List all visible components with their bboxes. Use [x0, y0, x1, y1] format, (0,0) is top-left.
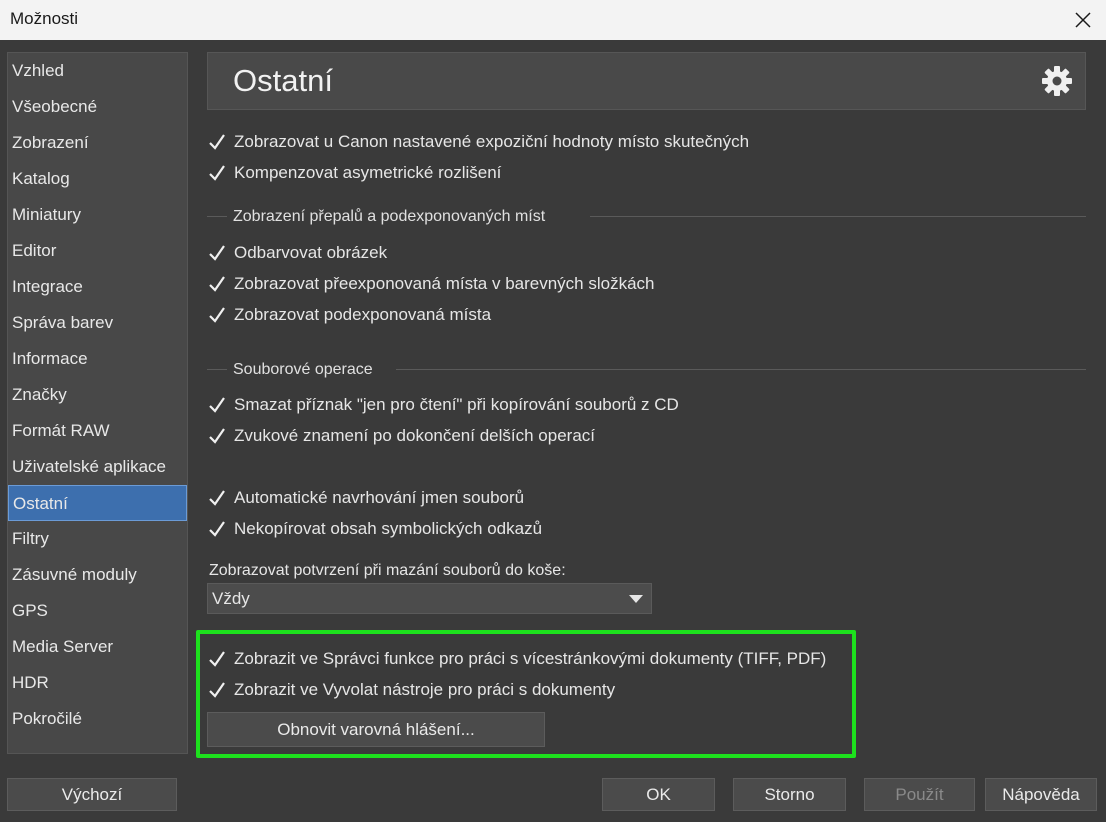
sidebar: Vzhled Všeobecné Zobrazení Katalog Minia…	[7, 52, 188, 754]
divider	[207, 369, 227, 370]
option-label: Automatické navrhování jmen souborů	[234, 488, 525, 507]
sidebar-item-vzhled[interactable]: Vzhled	[8, 53, 187, 89]
help-button[interactable]: Nápověda	[985, 778, 1097, 811]
sidebar-item-katalog[interactable]: Katalog	[8, 161, 187, 197]
option-label: Kompenzovat asymetrické rozlišení	[234, 163, 502, 182]
sidebar-item-informace[interactable]: Informace	[8, 341, 187, 377]
gear-icon	[1042, 66, 1072, 96]
page-header: Ostatní	[207, 52, 1086, 110]
option-label: Zobrazovat u Canon nastavené expoziční h…	[234, 132, 750, 151]
sidebar-item-uzivatelske-aplikace[interactable]: Uživatelské aplikace	[8, 449, 187, 485]
option-label: Zobrazovat podexponovaná místa	[234, 305, 492, 324]
select-value: Vždy	[212, 589, 250, 608]
checkmark-icon[interactable]	[207, 395, 227, 415]
option-label: Smazat příznak "jen pro čtení" při kopír…	[234, 395, 679, 414]
sidebar-item-editor[interactable]: Editor	[8, 233, 187, 269]
checkmark-icon[interactable]	[207, 680, 227, 700]
trash-confirm-select[interactable]: Vždy	[207, 583, 652, 614]
option-label: Zobrazit ve Správci funkce pro práci s v…	[234, 649, 827, 668]
divider	[590, 216, 1086, 217]
title-bar: Možnosti	[0, 0, 1106, 40]
sidebar-item-hdr[interactable]: HDR	[8, 665, 187, 701]
sidebar-item-pokrocile[interactable]: Pokročilé	[8, 701, 187, 737]
cancel-button[interactable]: Storno	[733, 778, 846, 811]
close-button[interactable]	[1060, 0, 1106, 40]
default-button[interactable]: Výchozí	[7, 778, 177, 811]
option-underexposed[interactable]: Zobrazovat podexponovaná místa	[207, 302, 491, 328]
option-label: Zvukové znamení po dokončení delších ope…	[234, 426, 595, 445]
sidebar-item-media-server[interactable]: Media Server	[8, 629, 187, 665]
sidebar-item-sprava-barev[interactable]: Správa barev	[8, 305, 187, 341]
divider	[207, 216, 227, 217]
sidebar-item-gps[interactable]: GPS	[8, 593, 187, 629]
option-overexposed[interactable]: Zobrazovat přeexponovaná místa v barevný…	[207, 271, 655, 297]
checkmark-icon[interactable]	[207, 274, 227, 294]
option-doc-tools[interactable]: Zobrazit ve Vyvolat nástroje pro práci s…	[207, 677, 615, 703]
option-readonly-flag[interactable]: Smazat příznak "jen pro čtení" při kopír…	[207, 392, 679, 418]
checkmark-icon[interactable]	[207, 163, 227, 183]
checkmark-icon[interactable]	[207, 519, 227, 539]
ok-button[interactable]: OK	[602, 778, 715, 811]
section-title-highlights: Zobrazení přepalů a podexponovaných míst	[233, 208, 546, 225]
option-desaturate[interactable]: Odbarvovat obrázek	[207, 240, 387, 266]
section-title-file-ops: Souborové operace	[233, 361, 373, 378]
sidebar-item-znacky[interactable]: Značky	[8, 377, 187, 413]
sidebar-item-vseobecne[interactable]: Všeobecné	[8, 89, 187, 125]
sidebar-item-integrace[interactable]: Integrace	[8, 269, 187, 305]
sidebar-item-format-raw[interactable]: Formát RAW	[8, 413, 187, 449]
option-canon-exposure[interactable]: Zobrazovat u Canon nastavené expoziční h…	[207, 129, 749, 155]
chevron-down-icon	[629, 595, 643, 603]
sidebar-item-filtry[interactable]: Filtry	[8, 521, 187, 557]
checkmark-icon[interactable]	[207, 649, 227, 669]
reset-warnings-button[interactable]: Obnovit varovná hlášení...	[207, 712, 545, 747]
checkmark-icon[interactable]	[207, 305, 227, 325]
option-multipage[interactable]: Zobrazit ve Správci funkce pro práci s v…	[207, 646, 826, 672]
option-label: Odbarvovat obrázek	[234, 243, 388, 262]
option-asymmetric[interactable]: Kompenzovat asymetrické rozlišení	[207, 160, 501, 186]
sidebar-item-zasuvne-moduly[interactable]: Zásuvné moduly	[8, 557, 187, 593]
page-title: Ostatní	[233, 63, 333, 98]
checkmark-icon[interactable]	[207, 488, 227, 508]
option-label: Zobrazit ve Vyvolat nástroje pro práci s…	[234, 680, 616, 699]
option-label: Zobrazovat přeexponovaná místa v barevný…	[234, 274, 655, 293]
sidebar-item-zobrazeni[interactable]: Zobrazení	[8, 125, 187, 161]
divider	[396, 369, 1086, 370]
sidebar-item-miniatury[interactable]: Miniatury	[8, 197, 187, 233]
trash-confirm-label: Zobrazovat potvrzení při mazání souborů …	[209, 562, 566, 579]
close-icon	[1075, 12, 1091, 28]
option-sound[interactable]: Zvukové znamení po dokončení delších ope…	[207, 423, 595, 449]
option-symlinks[interactable]: Nekopírovat obsah symbolických odkazů	[207, 516, 542, 542]
option-autoname[interactable]: Automatické navrhování jmen souborů	[207, 485, 524, 511]
checkmark-icon[interactable]	[207, 132, 227, 152]
option-label: Nekopírovat obsah symbolických odkazů	[234, 519, 543, 538]
apply-button[interactable]: Použít	[864, 778, 975, 811]
sidebar-item-ostatni[interactable]: Ostatní	[8, 485, 187, 521]
window-title: Možnosti	[10, 9, 79, 28]
checkmark-icon[interactable]	[207, 426, 227, 446]
checkmark-icon[interactable]	[207, 243, 227, 263]
